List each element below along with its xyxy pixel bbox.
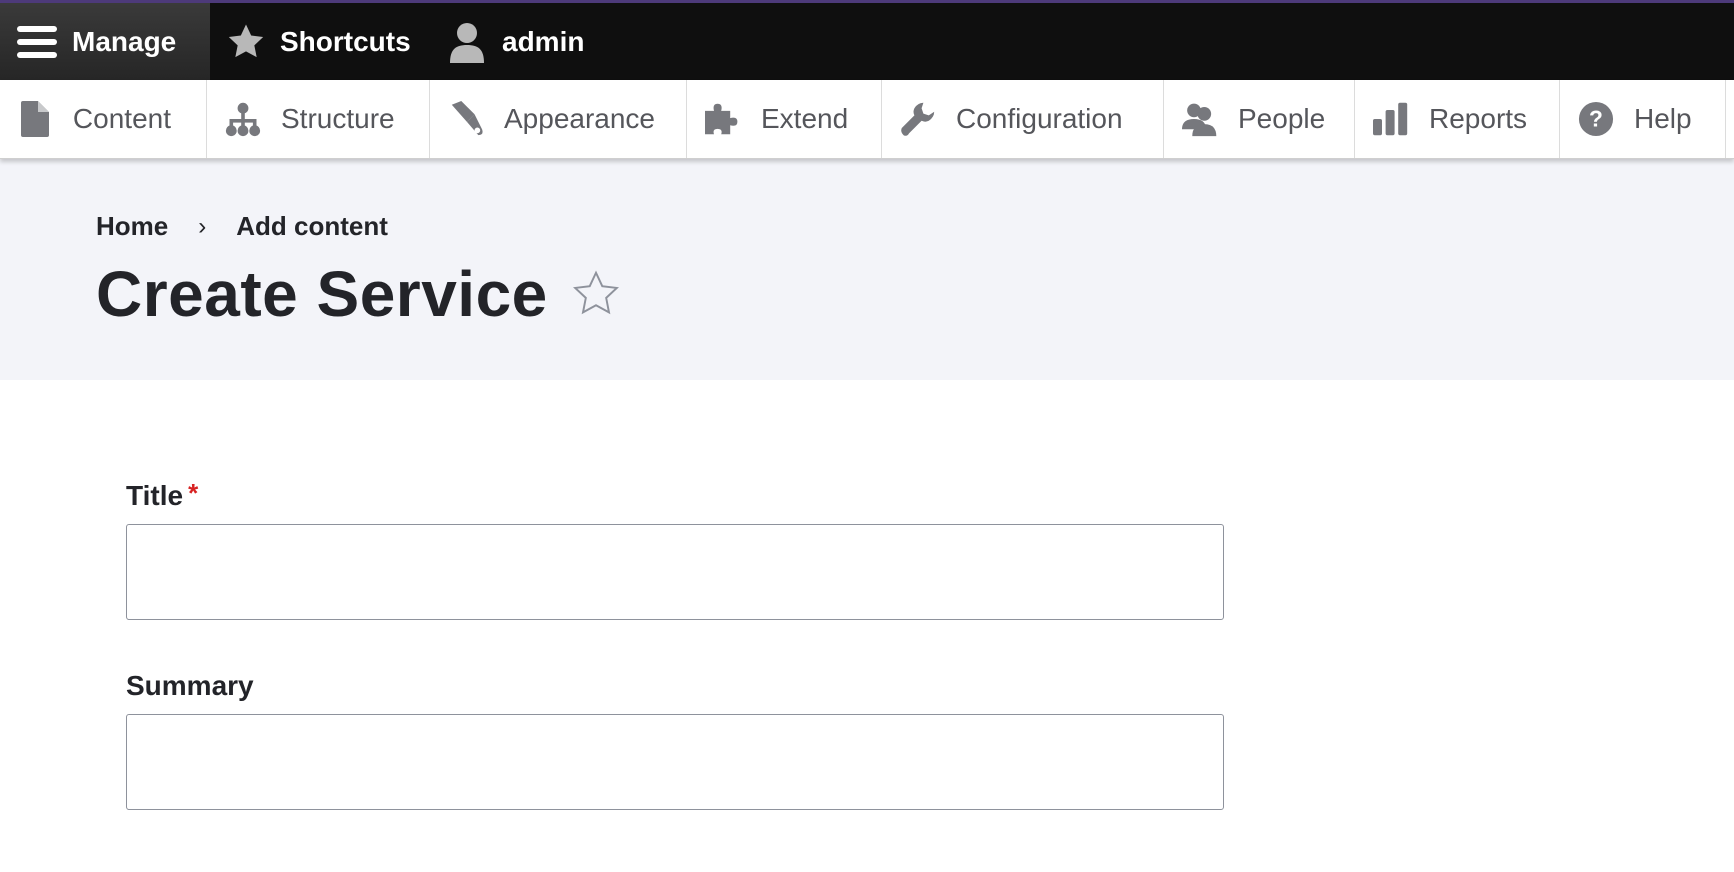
- tray-item-content[interactable]: Content: [0, 80, 207, 158]
- bar-chart-icon: [1373, 99, 1409, 139]
- user-icon: [446, 21, 488, 63]
- tray-item-label: Help: [1634, 103, 1692, 134]
- tray-item-configuration[interactable]: Configuration: [882, 80, 1164, 158]
- tray-item-label: Reports: [1429, 103, 1528, 134]
- people-icon: [1182, 99, 1218, 139]
- star-icon: [226, 21, 266, 63]
- manage-label: Manage: [72, 25, 177, 57]
- tray-item-label: Configuration: [956, 103, 1123, 134]
- page-title-row: Create Service: [96, 257, 622, 331]
- tray-item-structure[interactable]: Structure: [207, 80, 430, 158]
- manage-button[interactable]: Manage: [0, 3, 210, 80]
- title-label: Title *: [126, 480, 1224, 512]
- page-title: Create Service: [96, 258, 548, 330]
- wrench-icon: [900, 99, 936, 139]
- add-shortcut-star-icon[interactable]: [570, 268, 622, 320]
- summary-label: Summary: [126, 670, 1224, 702]
- title-label-text: Title: [126, 480, 184, 511]
- tray-item-label: Content: [72, 103, 171, 134]
- title-input[interactable]: [126, 524, 1224, 620]
- tray-item-extend[interactable]: Extend: [687, 80, 882, 158]
- help-icon: ?: [1578, 99, 1614, 139]
- summary-input[interactable]: [126, 714, 1224, 810]
- sitemap-icon: [225, 99, 261, 139]
- tray-item-label: Extend: [761, 103, 849, 134]
- breadcrumb: Home › Add content: [96, 211, 388, 242]
- admin-tray: Content Structure Appearance Extend Conf…: [0, 80, 1734, 159]
- file-icon: [18, 99, 53, 139]
- summary-field: Summary: [126, 670, 1224, 810]
- title-field: Title *: [126, 480, 1224, 620]
- hamburger-icon: [16, 21, 58, 63]
- breadcrumb-separator: ›: [198, 212, 207, 240]
- svg-text:?: ?: [1589, 106, 1603, 132]
- paintbrush-icon: [448, 99, 484, 139]
- puzzle-icon: [705, 99, 741, 139]
- tray-item-people[interactable]: People: [1164, 80, 1355, 158]
- tray-item-reports[interactable]: Reports: [1355, 80, 1560, 158]
- summary-label-text: Summary: [126, 670, 254, 701]
- shortcuts-button[interactable]: Shortcuts: [210, 3, 436, 80]
- user-menu-button[interactable]: admin: [436, 3, 616, 80]
- shortcuts-label: Shortcuts: [280, 25, 411, 57]
- breadcrumb-home-link[interactable]: Home: [96, 211, 168, 242]
- user-label: admin: [502, 25, 585, 57]
- node-form: Title * Summary: [126, 480, 1224, 810]
- tray-item-label: Appearance: [504, 103, 656, 134]
- tray-item-label: People: [1238, 103, 1326, 134]
- tray-item-appearance[interactable]: Appearance: [430, 80, 687, 158]
- breadcrumb-add-content-link[interactable]: Add content: [236, 211, 388, 242]
- tray-item-label: Structure: [281, 103, 395, 134]
- admin-toolbar: Manage Shortcuts admin: [0, 0, 1734, 80]
- tray-item-help[interactable]: ? Help: [1560, 80, 1726, 158]
- required-marker: *: [188, 478, 199, 508]
- page-header: Home › Add content Create Service: [0, 159, 1734, 380]
